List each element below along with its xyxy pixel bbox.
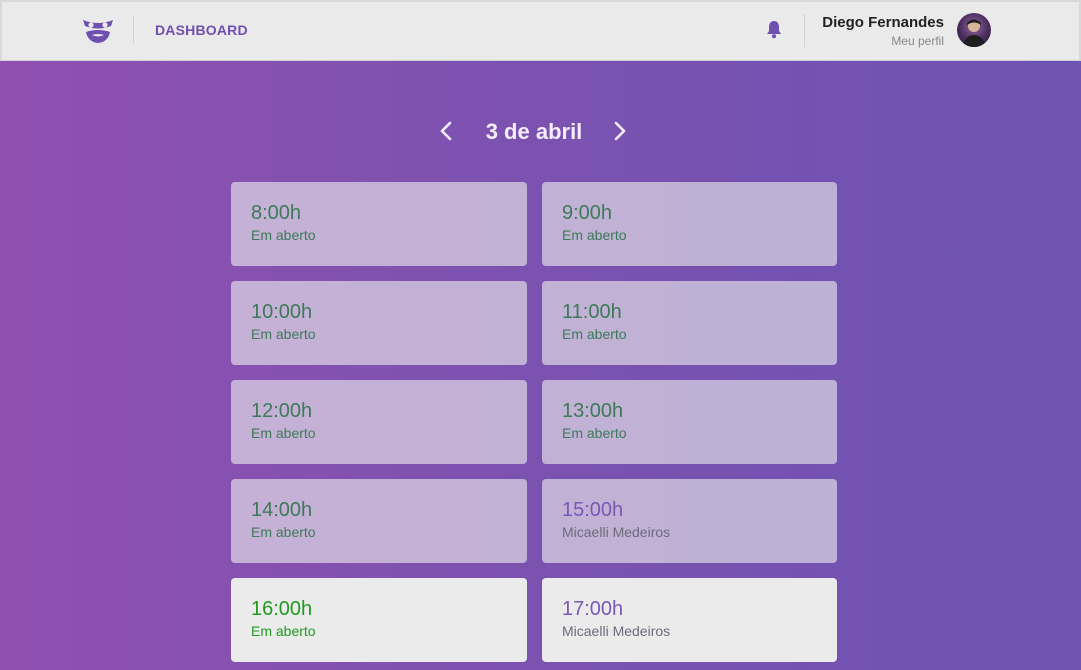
avatar-photo-icon — [962, 19, 986, 47]
time-slot-card[interactable]: 16:00h Em aberto — [231, 578, 527, 662]
slot-status: Em aberto — [251, 425, 316, 441]
slot-time: 11:00h — [562, 301, 622, 323]
slot-time: 15:00h — [562, 499, 624, 521]
current-date: 3 de abril — [485, 119, 583, 144]
header-divider — [804, 14, 805, 47]
slot-time: 16:00h — [251, 598, 313, 620]
slot-status: Em aberto — [562, 227, 627, 243]
time-slot-card[interactable]: 14:00h Em aberto — [231, 479, 527, 563]
slot-status: Em aberto — [251, 326, 316, 342]
time-slot-card[interactable]: 8:00h Em aberto — [231, 182, 527, 266]
slot-status: Em aberto — [251, 227, 316, 243]
slot-status: Em aberto — [562, 326, 627, 342]
user-name: Diego Fernandes — [822, 14, 944, 31]
time-slot-card[interactable]: 15:00h Micaelli Medeiros — [542, 479, 837, 563]
nav-dashboard-link[interactable]: DASHBOARD — [155, 22, 248, 38]
time-slot-card[interactable]: 11:00h Em aberto — [542, 281, 837, 365]
time-slot-card[interactable]: 10:00h Em aberto — [231, 281, 527, 365]
mustache-logo-icon[interactable] — [80, 16, 116, 46]
time-slot-card[interactable]: 17:00h Micaelli Medeiros — [542, 578, 837, 662]
time-slot-card[interactable]: 13:00h Em aberto — [542, 380, 837, 464]
slot-time: 17:00h — [562, 598, 624, 620]
chevron-left-icon[interactable] — [438, 120, 454, 142]
slot-time: 9:00h — [562, 202, 613, 224]
avatar[interactable] — [957, 13, 991, 47]
slot-client-name: Micaelli Medeiros — [562, 623, 671, 639]
chevron-right-icon[interactable] — [612, 120, 628, 142]
slot-client-name: Micaelli Medeiros — [562, 524, 671, 540]
slot-time: 8:00h — [251, 202, 302, 224]
header-divider — [133, 16, 134, 44]
slot-time: 13:00h — [562, 400, 624, 422]
profile-link[interactable]: Meu perfil — [891, 34, 944, 48]
schedule-grid: 8:00h Em aberto 9:00h Em aberto 10:00h E… — [231, 182, 837, 662]
slot-time: 12:00h — [251, 400, 313, 422]
slot-status: Em aberto — [251, 524, 316, 540]
slot-status: Em aberto — [251, 623, 316, 639]
time-slot-card[interactable]: 12:00h Em aberto — [231, 380, 527, 464]
bell-icon[interactable] — [765, 19, 783, 39]
slot-time: 10:00h — [251, 301, 313, 323]
top-bar: DASHBOARD Diego Fernandes Meu perfil — [0, 0, 1081, 61]
slot-time: 14:00h — [251, 499, 313, 521]
time-slot-card[interactable]: 9:00h Em aberto — [542, 182, 837, 266]
date-navigator: 3 de abril — [0, 112, 1081, 152]
slot-status: Em aberto — [562, 425, 627, 441]
